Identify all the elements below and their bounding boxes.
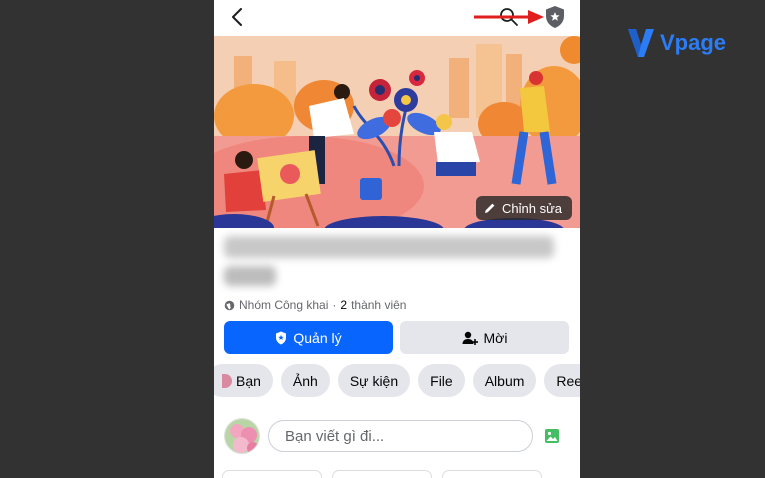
back-button[interactable] xyxy=(226,6,248,28)
peek-pill xyxy=(442,470,542,478)
friend-avatar-icon xyxy=(222,373,232,388)
invite-button[interactable]: Mời xyxy=(400,321,569,354)
tab-file[interactable]: File xyxy=(418,364,465,397)
tab-album[interactable]: Album xyxy=(472,364,537,397)
vpage-logo-text: Vpage xyxy=(660,30,727,55)
meta-separator: · xyxy=(332,298,337,312)
photo-icon[interactable] xyxy=(544,428,560,444)
group-name-line xyxy=(224,266,276,286)
shield-star-icon xyxy=(276,331,287,344)
admin-shield-icon[interactable] xyxy=(544,5,566,29)
group-privacy: Nhóm Công khai xyxy=(239,298,329,312)
post-composer-input[interactable]: Bạn viết gì đi... xyxy=(268,420,533,452)
user-avatar[interactable] xyxy=(224,418,260,454)
tab-label: Sự kiện xyxy=(349,372,399,389)
flower-avatar-image xyxy=(225,419,259,453)
edit-cover-button[interactable]: Chỉnh sửa xyxy=(475,196,572,220)
member-suffix[interactable]: thành viên xyxy=(351,298,406,312)
phone-screen: Chỉnh sửa Nhóm Công khai · 2 thành viên … xyxy=(214,0,580,478)
edit-cover-label: Chỉnh sửa xyxy=(501,200,562,216)
add-person-icon xyxy=(462,331,478,345)
member-count[interactable]: 2 xyxy=(340,298,347,312)
vpage-logo-mark-icon xyxy=(628,29,654,57)
tab-label: Reels xyxy=(556,372,580,389)
tab-anh[interactable]: Ảnh xyxy=(280,364,330,397)
tab-label: Album xyxy=(484,372,525,389)
peek-pill xyxy=(222,470,322,478)
group-name-line xyxy=(224,236,554,258)
top-bar xyxy=(214,0,580,36)
tab-label: Bạn xyxy=(236,372,261,389)
peek-pill xyxy=(332,470,432,478)
globe-icon xyxy=(224,300,235,310)
annotation-arrow-icon xyxy=(474,10,544,24)
tab-label: Ảnh xyxy=(292,372,318,389)
tab-ban[interactable]: Bạn xyxy=(214,364,273,397)
chevron-left-icon xyxy=(232,8,242,26)
manage-label: Quản lý xyxy=(293,329,342,346)
tab-label: File xyxy=(430,372,453,389)
cover-photo: Chỉnh sửa xyxy=(214,36,580,228)
composer-placeholder: Bạn viết gì đi... xyxy=(285,427,385,445)
group-tabs: Bạn Ảnh Sự kiện File Album Reels xyxy=(214,364,580,397)
invite-label: Mời xyxy=(483,329,508,346)
tab-reels[interactable]: Reels xyxy=(544,364,580,397)
pencil-icon xyxy=(484,203,495,213)
vpage-logo: Vpage xyxy=(626,26,726,60)
next-section-peek xyxy=(222,470,542,478)
group-name-blurred xyxy=(224,236,570,292)
tab-su-kien[interactable]: Sự kiện xyxy=(337,364,411,397)
group-meta: Nhóm Công khai · 2 thành viên xyxy=(224,297,406,313)
manage-button[interactable]: Quản lý xyxy=(224,321,393,354)
